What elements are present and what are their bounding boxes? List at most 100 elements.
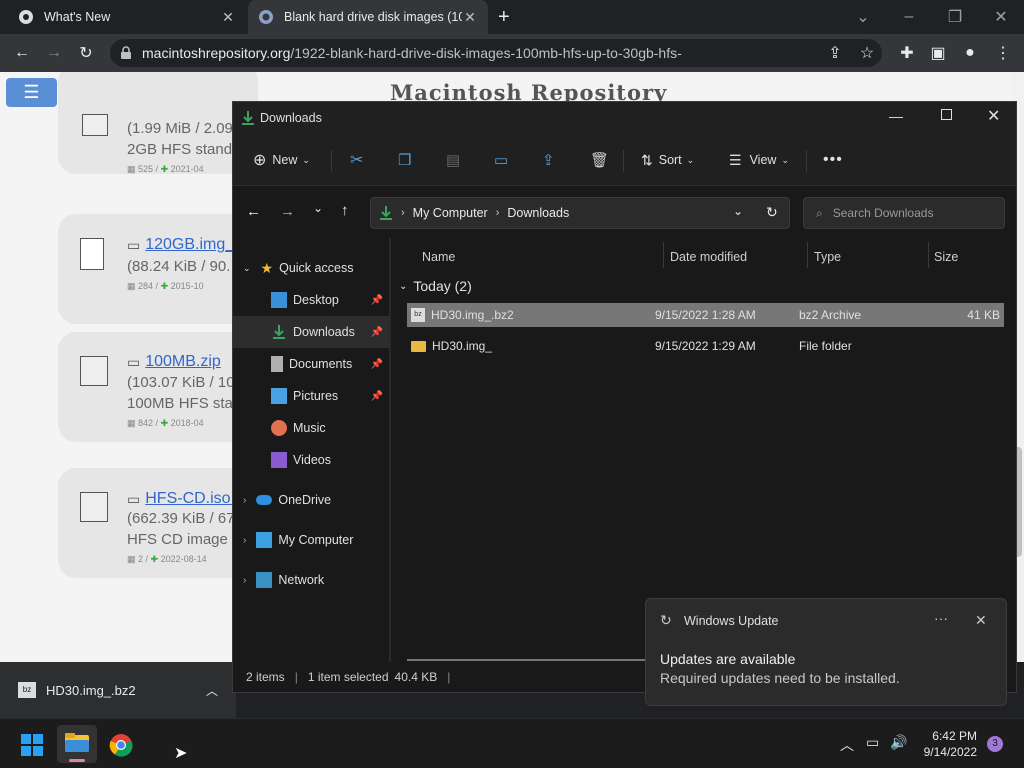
tab-blank-hard-drive[interactable]: Blank hard drive disk images (10 ✕: [248, 0, 488, 34]
pin-icon: 📌: [370, 326, 383, 338]
close-icon[interactable]: ✕: [975, 612, 987, 629]
chevron-right-icon: ›: [243, 574, 247, 586]
item-link[interactable]: 120GB.img_: [145, 236, 234, 254]
tab-whats-new[interactable]: What's New ✕: [8, 0, 246, 34]
download-filename[interactable]: HD30.img_.bz2: [36, 683, 206, 698]
address-bar[interactable]: macintoshrepository.org/1922-blank-hard-…: [110, 39, 882, 67]
new-button[interactable]: ⊕ New ⌄: [253, 134, 310, 186]
taskbar: ➤ ︿ ▭ 🔊 6:42 PM 9/14/2022 3: [0, 718, 1024, 768]
nav-item-my-computer[interactable]: › My Computer: [233, 524, 389, 556]
minimize-icon[interactable]: —: [889, 108, 903, 124]
new-tab-button[interactable]: +: [498, 6, 510, 29]
notification-badge[interactable]: 3: [987, 736, 1003, 752]
forward-icon[interactable]: →: [39, 38, 69, 68]
address-dropdown-icon[interactable]: ⌄: [733, 204, 743, 218]
item-size: (1.99 MiB / 2.09: [127, 120, 233, 137]
more-options-icon[interactable]: •••: [823, 134, 843, 186]
pin-icon: 📌: [370, 358, 383, 370]
nav-item-onedrive[interactable]: › OneDrive: [233, 484, 389, 516]
clock-date[interactable]: 9/14/2022: [924, 745, 977, 759]
chrome-icon[interactable]: [109, 733, 133, 757]
nav-item-network[interactable]: › Network: [233, 564, 389, 596]
breadcrumb-separator-icon: ›: [401, 207, 405, 219]
item-link[interactable]: 100MB.zip: [145, 353, 221, 371]
status-size: 40.4 KB: [394, 670, 438, 684]
item-meta: ▦ 842 / ✚ 2018-04: [127, 418, 204, 428]
nav-item-pictures[interactable]: Pictures 📌: [233, 380, 389, 412]
address-box[interactable]: › My Computer › Downloads ⌄ ↻: [370, 197, 790, 229]
menu-dots-icon[interactable]: ⋮: [988, 38, 1018, 68]
windows-start-icon[interactable]: [21, 734, 43, 756]
group-header[interactable]: ⌄ Today (2): [399, 278, 472, 294]
file-row[interactable]: HD30.img_ 9/15/2022 1:29 AM File folder: [407, 334, 1004, 358]
item-link[interactable]: HFS-CD.iso.: [145, 490, 235, 508]
side-panel-icon[interactable]: ▣: [923, 38, 953, 68]
search-placeholder: Search Downloads: [832, 206, 934, 220]
bookmark-star-icon[interactable]: ☆: [852, 38, 882, 68]
volume-icon[interactable]: 🔊: [890, 734, 907, 751]
horizontal-scrollbar[interactable]: [407, 659, 647, 661]
file-date: 9/15/2022 1:28 AM: [655, 308, 756, 322]
close-icon[interactable]: ✕: [987, 106, 1000, 126]
nav-item-quick-access[interactable]: ⌄ ★ Quick access: [233, 252, 389, 284]
windows-update-notification[interactable]: ↻ Windows Update ··· ✕ Updates are avail…: [645, 598, 1007, 706]
nav-item-desktop[interactable]: Desktop 📌: [233, 284, 389, 316]
column-header-name[interactable]: Name: [422, 246, 455, 268]
back-icon[interactable]: ←: [7, 38, 37, 68]
more-options-icon[interactable]: ···: [934, 610, 948, 626]
folder-outline-icon: ▭: [127, 353, 141, 370]
forward-icon[interactable]: →: [280, 203, 295, 220]
search-input[interactable]: ⌕ Search Downloads: [803, 197, 1005, 229]
close-tab-icon[interactable]: ✕: [220, 9, 236, 26]
nav-item-downloads[interactable]: Downloads 📌: [233, 316, 389, 348]
view-label: View: [749, 153, 777, 167]
minimize-icon[interactable]: –: [886, 0, 932, 34]
cut-icon[interactable]: ✂: [350, 134, 363, 186]
up-icon[interactable]: ↑: [341, 202, 349, 219]
column-separator[interactable]: [663, 242, 664, 268]
nav-item-videos[interactable]: Videos: [233, 444, 389, 476]
nav-item-music[interactable]: Music: [233, 412, 389, 444]
tab-title: What's New: [44, 10, 111, 24]
share-icon[interactable]: ⇪: [542, 134, 555, 186]
column-header-type[interactable]: Type: [814, 246, 841, 268]
nav-label: Music: [293, 421, 326, 435]
mouse-cursor-icon: ➤: [174, 745, 188, 762]
copy-icon[interactable]: ❐: [398, 134, 411, 186]
sort-button[interactable]: ⇅ Sort ⌄: [641, 134, 694, 186]
hamburger-menu-button[interactable]: ☰: [6, 78, 57, 107]
breadcrumb-downloads[interactable]: Downloads: [507, 206, 569, 220]
file-row-selected[interactable]: bz HD30.img_.bz2 9/15/2022 1:28 AM bz2 A…: [407, 303, 1004, 327]
share-icon[interactable]: ⇪: [820, 38, 850, 68]
column-separator[interactable]: [807, 242, 808, 268]
breadcrumb-my-computer[interactable]: My Computer: [413, 206, 488, 220]
close-window-icon[interactable]: ✕: [978, 0, 1024, 34]
maximize-icon[interactable]: [941, 109, 952, 120]
nav-item-documents[interactable]: Documents 📌: [233, 348, 389, 380]
refresh-icon[interactable]: ↻: [766, 204, 778, 221]
view-button[interactable]: ☰ View ⌄: [729, 134, 789, 186]
profile-icon[interactable]: ●: [955, 38, 985, 68]
back-icon[interactable]: ←: [246, 203, 261, 220]
file-explorer-taskbar-button[interactable]: [57, 725, 97, 763]
rename-icon[interactable]: ▭: [494, 134, 508, 186]
close-tab-icon[interactable]: ✕: [462, 9, 478, 26]
chevron-up-icon[interactable]: ︿: [840, 735, 854, 755]
restore-icon[interactable]: ❐: [932, 0, 978, 34]
delete-icon[interactable]: 🗑: [590, 134, 609, 186]
network-status-icon[interactable]: ▭: [866, 734, 879, 751]
clock-time[interactable]: 6:42 PM: [932, 729, 977, 743]
column-header-size[interactable]: Size: [934, 246, 958, 268]
status-divider: |: [447, 670, 451, 684]
paste-icon[interactable]: ▤: [446, 134, 460, 186]
reload-icon[interactable]: ↻: [71, 38, 101, 68]
nav-label: Quick access: [279, 261, 354, 275]
lock-icon: [121, 46, 131, 59]
column-separator[interactable]: [928, 242, 929, 268]
browser-tab-bar: What's New ✕ Blank hard drive disk image…: [0, 0, 1024, 34]
chevron-down-icon: ⌄: [243, 262, 251, 273]
recent-locations-icon[interactable]: ⌄: [313, 201, 323, 215]
tab-search-icon[interactable]: ⌄: [840, 0, 886, 34]
column-header-date[interactable]: Date modified: [670, 246, 747, 268]
extensions-icon[interactable]: ✚: [892, 38, 922, 68]
